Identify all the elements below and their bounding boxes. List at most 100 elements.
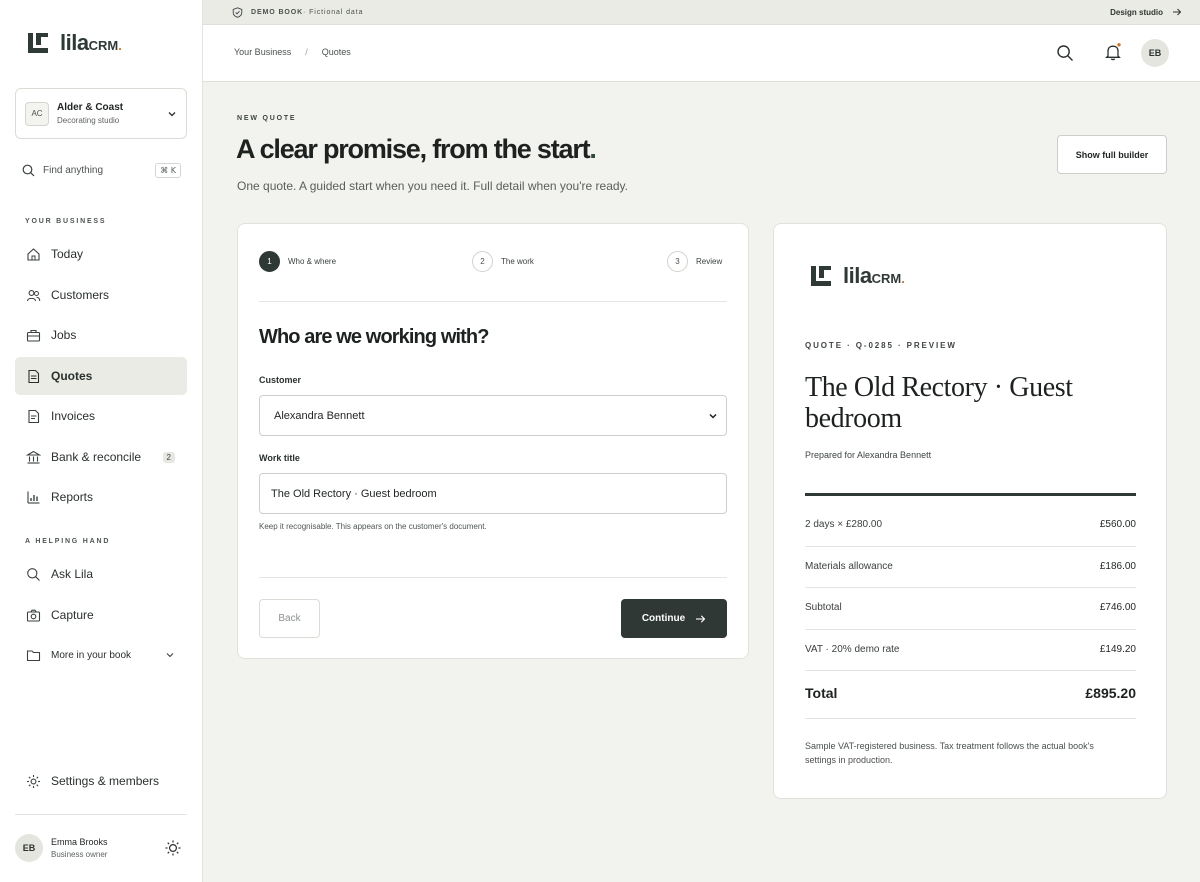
wizard-steps: 1 Who & where 2 The work 3 Review (259, 251, 727, 273)
logo-text: lilaCRM. (60, 30, 122, 55)
step-who-where[interactable]: 1 Who & where (259, 251, 336, 272)
quote-preview-card: lilaCRM. QUOTE · Q-0285 · PREVIEW The Ol… (773, 223, 1167, 799)
breadcrumb-current: Quotes (321, 47, 351, 57)
design-studio-link[interactable]: Design studio (1110, 7, 1182, 17)
folder-icon (25, 647, 41, 663)
user-menu[interactable]: EB Emma Brooks Business owner (15, 834, 187, 862)
logo-mark-icon (28, 33, 48, 53)
find-anything[interactable]: Find anything ⌘ K (22, 162, 181, 178)
divider (805, 629, 1136, 630)
shield-check-icon (232, 6, 243, 18)
wizard-question: Who are we working with? (259, 326, 489, 348)
bell-icon[interactable] (1104, 43, 1122, 61)
sidebar-divider (15, 814, 187, 815)
brand-logo[interactable]: lilaCRM. (27, 30, 122, 56)
breadcrumb: Your Business / Quotes (234, 47, 351, 57)
bank-count-badge: 2 (162, 451, 175, 463)
user-name: Emma Brooks (51, 837, 108, 847)
quote-wizard-card: 1 Who & where 2 The work 3 Review Who ar… (237, 223, 749, 659)
bank-icon (25, 449, 41, 465)
line-item-label: Materials allowance (805, 561, 893, 572)
sidebar-item-jobs[interactable]: Jobs (15, 316, 187, 354)
step-number: 2 (472, 251, 493, 272)
total-row: Total £895.20 (805, 685, 1136, 701)
sidebar-item-label: Jobs (51, 328, 77, 342)
sidebar: lilaCRM. AC Alder & Coast Decorating stu… (0, 0, 203, 882)
continue-label: Continue (641, 613, 686, 624)
vat-row: VAT · 20% demo rate £149.20 (805, 644, 1136, 655)
user-role: Business owner (51, 850, 108, 859)
sidebar-item-label: Customers (51, 288, 110, 302)
work-title-label: Work title (259, 453, 300, 463)
org-name: Alder & Coast (57, 102, 124, 113)
sidebar-item-customers[interactable]: Customers (15, 276, 187, 314)
avatar[interactable]: EB (1141, 39, 1169, 67)
preview-prepared-for: Prepared for Alexandra Bennett (805, 450, 932, 460)
line-item-value: £560.00 (1099, 519, 1136, 530)
demo-label: DEMO BOOK (251, 8, 304, 16)
sidebar-item-reports[interactable]: Reports (15, 478, 187, 516)
subtotal-label: Subtotal (805, 602, 842, 613)
step-number: 3 (667, 251, 688, 272)
sidebar-item-label: Reports (51, 490, 94, 504)
customer-select-value: Alexandra Bennett (274, 409, 365, 422)
sun-icon[interactable] (164, 839, 182, 857)
sidebar-item-label: Ask Lila (51, 567, 94, 581)
sidebar-item-quotes[interactable]: Quotes (15, 357, 187, 395)
sidebar-item-ask-lila[interactable]: Ask Lila (15, 555, 187, 593)
step-label: The work (501, 257, 534, 266)
sidebar-item-label: Today (51, 247, 84, 261)
step-the-work[interactable]: 2 The work (472, 251, 534, 272)
sidebar-item-label: Quotes (51, 369, 93, 383)
design-studio-label: Design studio (1110, 7, 1163, 17)
arrow-right-icon (696, 614, 706, 623)
subtotal-row: Subtotal £746.00 (805, 602, 1136, 613)
org-switcher[interactable]: AC Alder & Coast Decorating studio (15, 88, 187, 139)
invoice-icon (25, 408, 41, 424)
divider (259, 301, 727, 302)
divider (805, 493, 1136, 496)
step-number: 1 (259, 251, 280, 272)
divider (259, 577, 727, 578)
sidebar-item-label: Capture (51, 608, 94, 622)
customer-select[interactable]: Alexandra Bennett (259, 395, 727, 436)
total-label: Total (805, 685, 838, 701)
gear-icon (25, 773, 41, 789)
subtotal-value: £746.00 (1099, 602, 1136, 613)
logo-text: lilaCRM. (843, 263, 905, 288)
demo-strip: DEMO BOOK · Fictional data Design studio (203, 0, 1200, 25)
sidebar-item-invoices[interactable]: Invoices (15, 397, 187, 435)
page-eyebrow: NEW QUOTE (237, 115, 297, 122)
page-subtitle: One quote. A guided start when you need … (237, 179, 628, 193)
step-label: Review (696, 257, 723, 266)
step-review[interactable]: 3 Review (667, 251, 722, 272)
avatar: EB (15, 834, 43, 862)
work-title-input[interactable] (259, 473, 727, 514)
divider (805, 670, 1136, 671)
sidebar-item-more[interactable]: More in your book (15, 636, 187, 674)
sidebar-item-bank[interactable]: Bank & reconcile 2 (15, 438, 187, 476)
briefcase-icon (25, 327, 41, 343)
breadcrumb-separator: / (305, 47, 308, 57)
org-subtitle: Decorating studio (57, 116, 120, 125)
section-label-help: A HELPING HAND (25, 538, 111, 545)
breadcrumb-root[interactable]: Your Business (234, 47, 291, 57)
preview-title: The Old Rectory · Guest bedroom (805, 372, 1073, 434)
sidebar-item-capture[interactable]: Capture (15, 596, 187, 634)
continue-button[interactable]: Continue (621, 599, 727, 638)
search-icon (22, 164, 35, 176)
sidebar-item-label: More in your book (51, 649, 132, 661)
org-badge: AC (25, 101, 49, 126)
show-full-builder-button[interactable]: Show full builder (1057, 135, 1167, 174)
divider (805, 718, 1136, 719)
total-value: £895.20 (1085, 685, 1136, 701)
chevron-down-icon (168, 111, 176, 116)
search-icon[interactable] (1056, 44, 1074, 62)
step-label: Who & where (288, 257, 337, 266)
search-icon (25, 566, 41, 582)
vat-label: VAT · 20% demo rate (805, 644, 900, 655)
find-label: Find anything (43, 164, 104, 176)
sidebar-item-settings[interactable]: Settings & members (15, 762, 187, 800)
sidebar-item-today[interactable]: Today (15, 235, 187, 273)
back-button[interactable]: Back (259, 599, 320, 638)
